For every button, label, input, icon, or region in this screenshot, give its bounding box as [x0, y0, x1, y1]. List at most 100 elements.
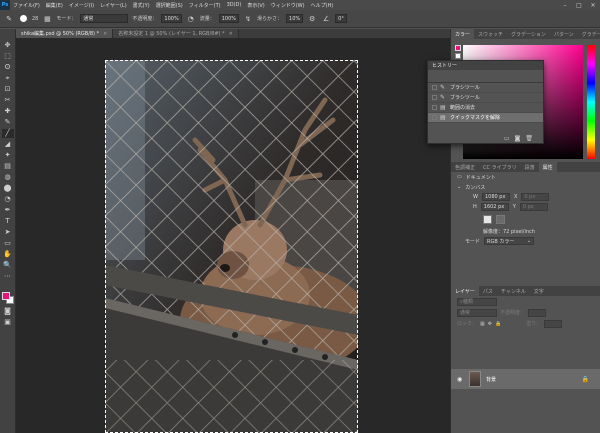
tab-channels[interactable]: チャンネル	[497, 286, 530, 296]
eyedropper-tool-icon[interactable]: ✚	[2, 107, 14, 116]
lasso-tool-icon[interactable]: ʘ	[2, 63, 14, 72]
history-source-checkbox[interactable]	[432, 95, 437, 100]
blur-tool-icon[interactable]: ⬤	[2, 184, 14, 193]
layer-row-background[interactable]: ◉ 背景 🔒	[451, 369, 600, 389]
shape-tool-icon[interactable]: ▭	[2, 239, 14, 248]
tab-shika-psd[interactable]: shika編集.psd @ 50% (RGB/8) * ✕	[16, 29, 114, 38]
smoothing-field[interactable]: 10%	[286, 14, 304, 23]
brush-tool-icon[interactable]: ✎	[4, 14, 14, 24]
close-tab-icon[interactable]: ✕	[103, 31, 107, 37]
tab-adjustments[interactable]: 色調補正	[451, 162, 479, 172]
move-tool-icon[interactable]: ✥	[2, 41, 14, 50]
brush-preset-picker[interactable]	[18, 14, 28, 24]
history-item[interactable]: ✎ ブラシツール	[428, 93, 543, 103]
menu-filter[interactable]: フィルター(T)	[186, 2, 224, 9]
eraser-tool-icon[interactable]: ▤	[2, 162, 14, 171]
color-swatches[interactable]	[1, 291, 15, 305]
history-item-selected[interactable]: ▤ クイックマスクを解除	[428, 113, 543, 123]
layer-opacity-field[interactable]	[528, 308, 547, 317]
quick-select-tool-icon[interactable]: ⌖	[2, 74, 14, 83]
menu-file[interactable]: ファイル(F)	[10, 2, 43, 9]
history-item[interactable]: ▤ 範囲の消去	[428, 103, 543, 113]
hand-tool-icon[interactable]: ✋	[2, 250, 14, 259]
tab-properties[interactable]: 属性	[538, 162, 557, 172]
lock-all-icon[interactable]: 🔒	[495, 321, 501, 327]
dodge-tool-icon[interactable]: ◔	[2, 195, 14, 204]
canvas-width-field[interactable]: 1080 px	[481, 193, 510, 201]
panel-foreground-swatch[interactable]	[455, 45, 461, 51]
menu-help[interactable]: ヘルプ(H)	[308, 2, 337, 9]
canvas-x-field[interactable]: 0 px	[521, 193, 550, 201]
marquee-tool-icon[interactable]: ⬚	[2, 52, 14, 61]
type-tool-icon[interactable]: T	[2, 217, 14, 226]
history-snapshot[interactable]	[428, 70, 543, 83]
maximize-button[interactable]: □	[572, 2, 586, 9]
tab-color[interactable]: カラー	[451, 29, 475, 39]
layer-kind-filter[interactable]: ⌕ 種類	[457, 297, 497, 306]
menu-edit[interactable]: 編集(E)	[43, 2, 66, 9]
document-canvas[interactable]	[105, 60, 358, 433]
tab-paths[interactable]: パス	[479, 286, 497, 296]
hue-slider[interactable]	[587, 45, 595, 159]
lock-position-icon[interactable]: ✥	[488, 321, 492, 327]
color-mode-select[interactable]: RGB カラー ⌄	[484, 237, 535, 245]
canvas-y-field[interactable]: 0 px	[519, 203, 548, 211]
tab-paragraph[interactable]: 段落	[521, 162, 539, 172]
history-item[interactable]: ✎ ブラシツール	[428, 83, 543, 93]
menu-window[interactable]: ウィンドウ(W)	[268, 2, 308, 9]
gradient-tool-icon[interactable]: ◍	[2, 173, 14, 182]
menu-layer[interactable]: レイヤー(L)	[97, 2, 130, 9]
frame-tool-icon[interactable]: ✂	[2, 96, 14, 105]
foreground-color-swatch[interactable]	[1, 292, 10, 300]
quick-mask-icon[interactable]: ◙	[2, 307, 14, 316]
menu-select[interactable]: 選択範囲(S)	[153, 2, 186, 9]
close-tab-icon[interactable]: ✕	[229, 31, 233, 37]
visibility-eye-icon[interactable]: ◉	[457, 376, 464, 383]
portrait-orientation-button[interactable]	[483, 214, 492, 224]
brush-tool-icon[interactable]: ╱	[1, 129, 14, 138]
lock-pixels-icon[interactable]: ▦	[480, 321, 485, 327]
menu-3d[interactable]: 3D(D)	[224, 2, 245, 8]
blend-mode-select[interactable]: 通常	[457, 308, 497, 317]
layer-fill-field[interactable]	[544, 319, 563, 328]
close-button[interactable]: ✕	[586, 2, 600, 9]
menu-view[interactable]: 表示(V)	[244, 2, 267, 9]
brush-settings-icon[interactable]: ▦	[42, 14, 52, 24]
tab-character[interactable]: 文字	[530, 286, 548, 296]
trash-icon[interactable]: 🗑	[525, 135, 533, 142]
menu-image[interactable]: イメージ(I)	[66, 2, 97, 9]
canvas-height-field[interactable]: 1602 px	[480, 203, 509, 211]
camera-icon[interactable]: ◙	[515, 135, 521, 142]
path-select-tool-icon[interactable]: ➤	[2, 228, 14, 237]
history-brush-tool-icon[interactable]: ✦	[2, 151, 14, 160]
tab-cc-libraries[interactable]: CC ライブラリ	[479, 162, 521, 172]
tab-patterns[interactable]: パターン	[550, 29, 578, 39]
crop-tool-icon[interactable]: ⊡	[2, 85, 14, 94]
pen-tool-icon[interactable]: ✒	[2, 206, 14, 215]
tab-gradient-2[interactable]: グラデーション	[578, 29, 600, 39]
opacity-field[interactable]: 100%	[161, 14, 182, 23]
zoom-tool-icon[interactable]: 🔍	[2, 261, 14, 270]
history-source-checkbox[interactable]	[432, 115, 437, 120]
tab-gradients[interactable]: グラデーション	[507, 29, 550, 39]
tab-layers[interactable]: レイヤー	[451, 286, 479, 296]
tab-swatches[interactable]: スウォッチ	[474, 29, 507, 39]
more-tools-icon[interactable]: ⋯	[2, 272, 14, 281]
flow-field[interactable]: 100%	[218, 14, 240, 23]
history-source-checkbox[interactable]	[432, 85, 437, 90]
landscape-orientation-button[interactable]	[496, 214, 505, 224]
pressure-opacity-icon[interactable]: ◔	[186, 14, 196, 24]
mode-select[interactable]: 通常	[80, 14, 129, 23]
airbrush-icon[interactable]: ↯	[243, 14, 253, 24]
gear-icon[interactable]: ⚙	[307, 14, 317, 24]
tab-untitled-1[interactable]: 名称未設定 1 @ 50% (レイヤー 1, RGB/8#) * ✕	[113, 29, 239, 38]
canvas-section-header[interactable]: ⌄ カンバス	[451, 182, 600, 192]
new-document-icon[interactable]: ▭	[504, 135, 510, 142]
healing-tool-icon[interactable]: ✎	[2, 118, 14, 127]
stamp-tool-icon[interactable]: ◢	[2, 140, 14, 149]
menu-type[interactable]: 書式(Y)	[130, 2, 153, 9]
angle-field[interactable]: 0°	[335, 14, 347, 23]
history-source-checkbox[interactable]	[432, 105, 437, 110]
screen-mode-icon[interactable]: ▣	[2, 318, 14, 327]
minimize-button[interactable]: –	[558, 2, 572, 9]
